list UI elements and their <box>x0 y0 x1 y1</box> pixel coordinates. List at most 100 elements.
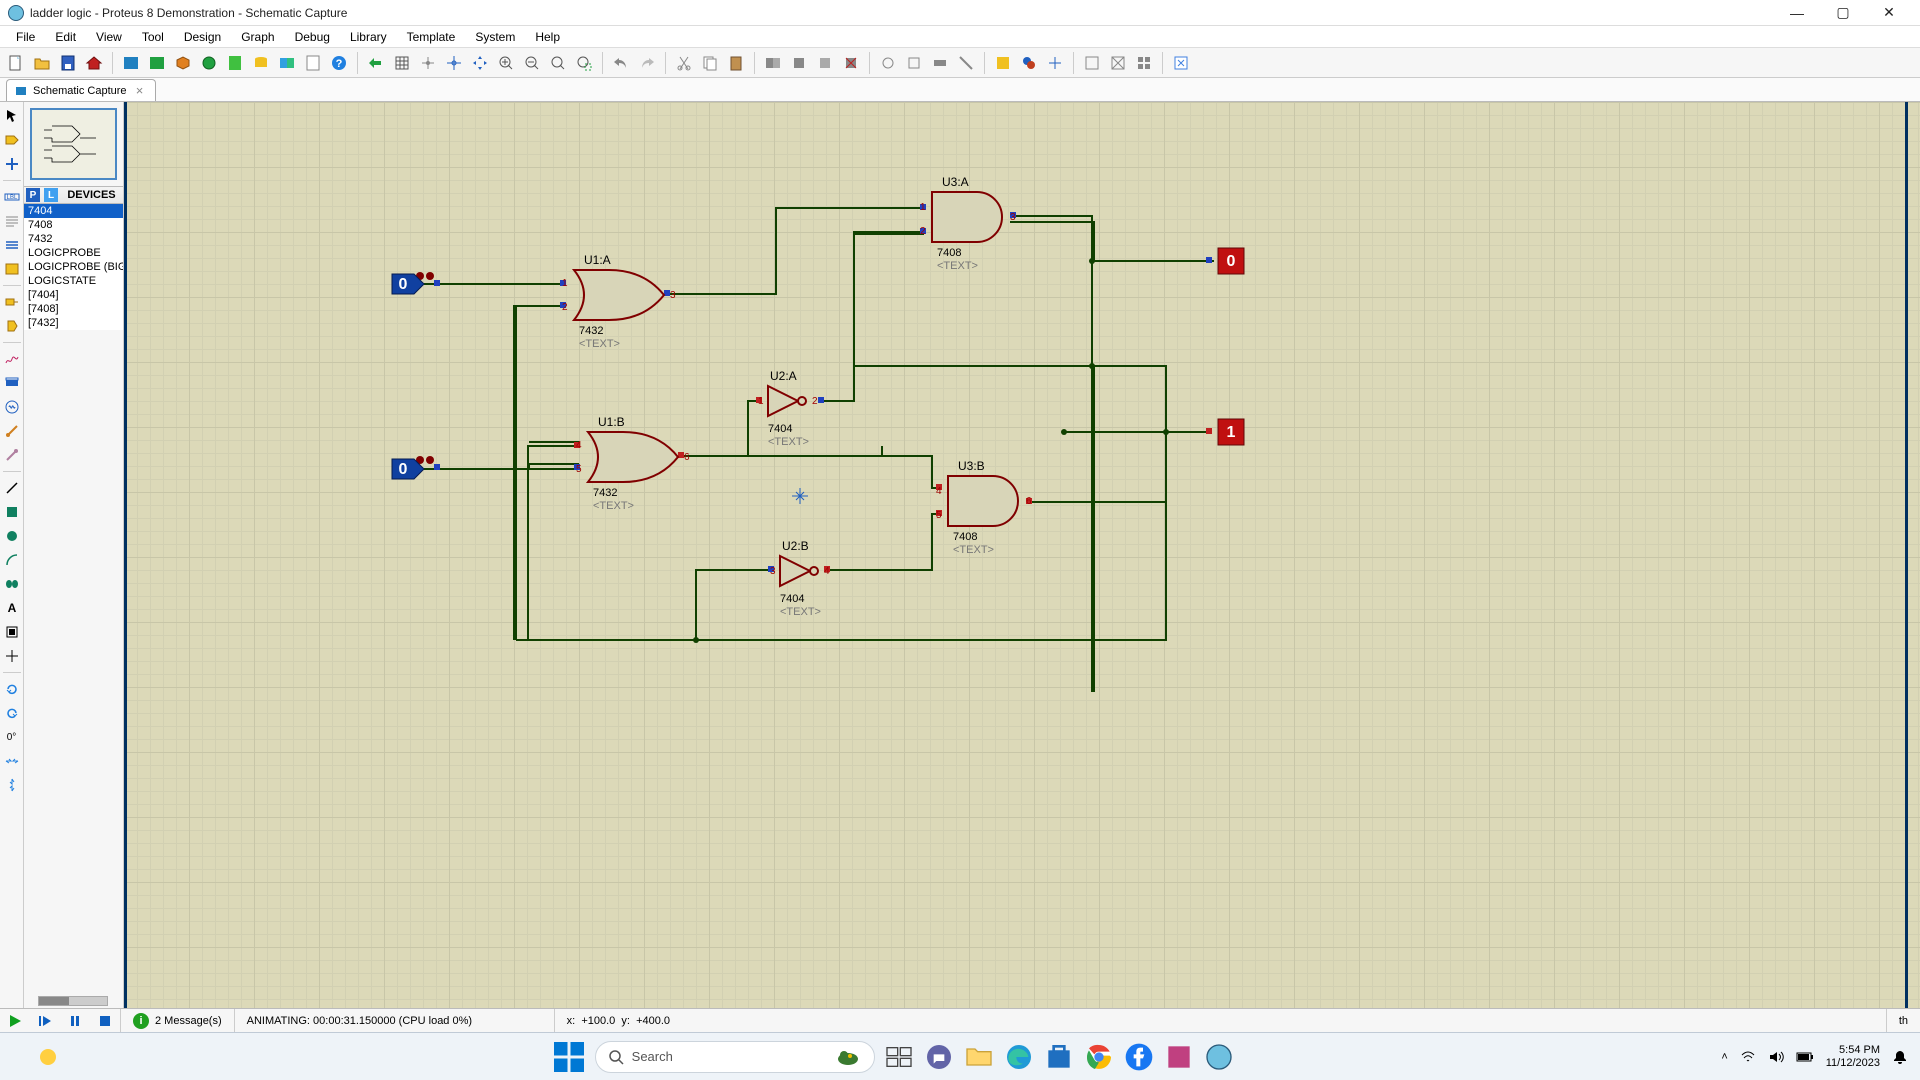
maximize-button[interactable]: ▢ <box>1820 0 1866 26</box>
redo-icon[interactable] <box>635 51 659 75</box>
database-icon[interactable] <box>249 51 273 75</box>
rotate-cw-icon[interactable] <box>2 679 22 699</box>
list-item[interactable]: LOGICPROBE <box>24 246 123 260</box>
sim-play-icon[interactable] <box>2 1011 28 1031</box>
bill-icon[interactable] <box>223 51 247 75</box>
menu-view[interactable]: View <box>86 28 132 46</box>
new-sheet-icon[interactable] <box>1106 51 1130 75</box>
home-icon[interactable] <box>82 51 106 75</box>
undo-icon[interactable] <box>609 51 633 75</box>
flip-v-icon[interactable] <box>2 775 22 795</box>
component-icon[interactable] <box>2 130 22 150</box>
zoom-fit-icon[interactable] <box>546 51 570 75</box>
menu-library[interactable]: Library <box>340 28 397 46</box>
packaging-icon[interactable] <box>928 51 952 75</box>
toggle-wire-icon[interactable] <box>991 51 1015 75</box>
save-icon[interactable] <box>56 51 80 75</box>
menu-tool[interactable]: Tool <box>132 28 174 46</box>
start-button[interactable] <box>551 1039 587 1075</box>
list-item[interactable]: 7432 <box>24 232 123 246</box>
gerber-icon[interactable] <box>197 51 221 75</box>
taskbar-clock[interactable]: 5:54 PM 11/12/2023 <box>1826 1044 1880 1068</box>
proteus-task-icon[interactable] <box>1203 1041 1235 1073</box>
device-list[interactable]: 7404 7408 7432 LOGICPROBE LOGICPROBE (BI… <box>24 204 123 330</box>
grid-toggle-icon[interactable] <box>390 51 414 75</box>
bus-icon[interactable] <box>2 235 22 255</box>
list-item[interactable]: LOGICPROBE (BIG <box>24 260 123 274</box>
copy-icon[interactable] <box>698 51 722 75</box>
wifi-icon[interactable] <box>1740 1049 1756 1065</box>
paste-icon[interactable] <box>724 51 748 75</box>
selector-icon[interactable] <box>2 106 22 126</box>
decompose-icon[interactable] <box>954 51 978 75</box>
app-pinned-icon[interactable] <box>1163 1041 1195 1073</box>
text-script-icon[interactable] <box>2 211 22 231</box>
pan-icon[interactable] <box>468 51 492 75</box>
l-icon[interactable]: L <box>44 188 58 202</box>
design-explorer-icon[interactable] <box>1080 51 1104 75</box>
origin-icon[interactable] <box>442 51 466 75</box>
cut-icon[interactable] <box>672 51 696 75</box>
new-file-icon[interactable] <box>4 51 28 75</box>
zoom-region-icon[interactable] <box>572 51 596 75</box>
box-2d-icon[interactable] <box>2 502 22 522</box>
report-icon[interactable] <box>301 51 325 75</box>
tab-close-icon[interactable]: × <box>133 84 147 98</box>
list-item[interactable]: LOGICSTATE <box>24 274 123 288</box>
block-rotate-icon[interactable] <box>813 51 837 75</box>
messages-status[interactable]: i 2 Message(s) <box>120 1009 234 1032</box>
notification-icon[interactable] <box>1892 1049 1908 1065</box>
property-assign-icon[interactable] <box>1043 51 1067 75</box>
task-view-icon[interactable] <box>883 1041 915 1073</box>
current-probe-icon[interactable] <box>2 445 22 465</box>
block-delete-icon[interactable] <box>839 51 863 75</box>
side-scrollbar[interactable] <box>38 996 108 1006</box>
wire-label-icon[interactable]: LBL <box>2 187 22 207</box>
tray-chevron-icon[interactable]: ˄ <box>1721 1051 1727 1063</box>
menu-system[interactable]: System <box>465 28 525 46</box>
p-icon[interactable]: P <box>26 188 40 202</box>
menu-debug[interactable]: Debug <box>285 28 340 46</box>
device-pin-icon[interactable] <box>2 316 22 336</box>
file-explorer-icon[interactable] <box>963 1041 995 1073</box>
block-move-icon[interactable] <box>787 51 811 75</box>
search-tag-icon[interactable] <box>1017 51 1041 75</box>
marker-2d-icon[interactable] <box>2 646 22 666</box>
make-device-icon[interactable] <box>902 51 926 75</box>
taskbar-search[interactable]: Search <box>595 1041 875 1073</box>
sim-pause-icon[interactable] <box>62 1011 88 1031</box>
sim-stop-icon[interactable] <box>92 1011 118 1031</box>
menu-graph[interactable]: Graph <box>231 28 284 46</box>
junction-icon[interactable] <box>2 154 22 174</box>
battery-icon[interactable] <box>1796 1051 1814 1063</box>
recenter-icon[interactable] <box>364 51 388 75</box>
zoom-out-icon[interactable] <box>520 51 544 75</box>
help-icon[interactable]: ? <box>327 51 351 75</box>
store-icon[interactable] <box>1043 1041 1075 1073</box>
circle-2d-icon[interactable] <box>2 526 22 546</box>
schematic-icon[interactable] <box>119 51 143 75</box>
facebook-icon[interactable] <box>1123 1041 1155 1073</box>
list-item[interactable]: [7408] <box>24 302 123 316</box>
terminal-icon[interactable] <box>2 292 22 312</box>
weather-widget-icon[interactable] <box>32 1041 64 1073</box>
menu-help[interactable]: Help <box>525 28 570 46</box>
list-item[interactable]: 7408 <box>24 218 123 232</box>
list-item[interactable]: [7432] <box>24 316 123 330</box>
chat-icon[interactable] <box>923 1041 955 1073</box>
system-tray[interactable]: ˄ 5:54 PM 11/12/2023 <box>1721 1044 1908 1068</box>
3d-icon[interactable] <box>171 51 195 75</box>
close-button[interactable]: ✕ <box>1866 0 1912 26</box>
arc-2d-icon[interactable] <box>2 550 22 570</box>
tab-schematic[interactable]: Schematic Capture × <box>6 79 156 101</box>
chrome-icon[interactable] <box>1083 1041 1115 1073</box>
angle-text[interactable]: 0° <box>2 727 22 747</box>
flip-h-icon[interactable] <box>2 751 22 771</box>
tape-icon[interactable] <box>2 373 22 393</box>
zoom-in-icon[interactable] <box>494 51 518 75</box>
remove-sheet-icon[interactable] <box>1132 51 1156 75</box>
schematic-canvas[interactable]: U1:A 7432 <TEXT> 1 2 3 U1:B 7432 <TEXT> … <box>124 102 1920 1008</box>
path-2d-icon[interactable] <box>2 574 22 594</box>
minimize-button[interactable]: — <box>1774 0 1820 26</box>
sim-step-icon[interactable] <box>32 1011 58 1031</box>
